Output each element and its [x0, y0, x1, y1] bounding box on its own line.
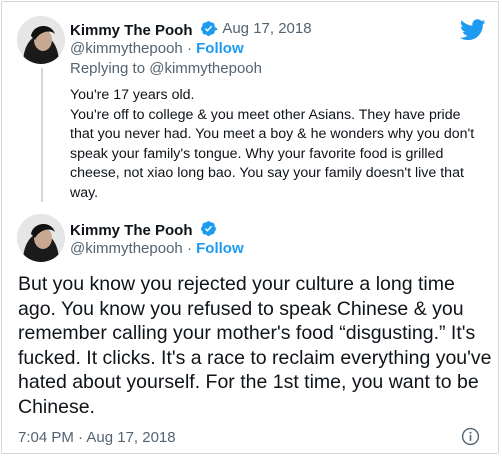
tweet-text: But you know you rejected your culture a… [18, 273, 492, 418]
tweet-text-body: You're off to college & you meet other A… [70, 106, 475, 201]
avatar[interactable] [17, 16, 65, 64]
avatar[interactable] [17, 214, 65, 262]
follow-button[interactable]: Follow [196, 240, 244, 257]
handle[interactable]: @kimmythepooh [70, 240, 183, 257]
replying-to: Replying to @kimmythepooh [70, 60, 262, 77]
display-name[interactable]: Kimmy The Pooh [70, 20, 217, 39]
tweet-timestamp[interactable]: 7:04 PM · Aug 17, 2018 [18, 429, 176, 446]
display-name-text[interactable]: Kimmy The Pooh [70, 22, 193, 39]
handle[interactable]: @kimmythepooh [70, 40, 183, 57]
display-name-text[interactable]: Kimmy The Pooh [70, 222, 193, 239]
replying-prefix: Replying to [70, 60, 146, 77]
info-icon[interactable] [461, 427, 480, 446]
tweet-text-line: You're 17 years old. [70, 87, 195, 103]
tweet-date[interactable]: · Aug 17, 2018 [214, 20, 312, 37]
tweet-text: You're 17 years old. You're off to colle… [70, 86, 484, 203]
handle-row: @kimmythepooh · Follow [70, 40, 244, 57]
separator-dot: · [186, 240, 192, 257]
tweet-embed-card: Kimmy The Pooh · Aug 17, 2018 @kimmythep… [1, 1, 499, 454]
display-name[interactable]: Kimmy The Pooh [70, 220, 217, 239]
twitter-bird-icon[interactable] [460, 19, 486, 41]
verified-badge-icon [200, 221, 216, 236]
separator-dot: · [186, 40, 192, 57]
thread-connector-line [41, 68, 43, 202]
replying-mention[interactable]: @kimmythepooh [149, 60, 262, 77]
follow-button[interactable]: Follow [196, 40, 244, 57]
handle-row: @kimmythepooh · Follow [70, 240, 244, 257]
